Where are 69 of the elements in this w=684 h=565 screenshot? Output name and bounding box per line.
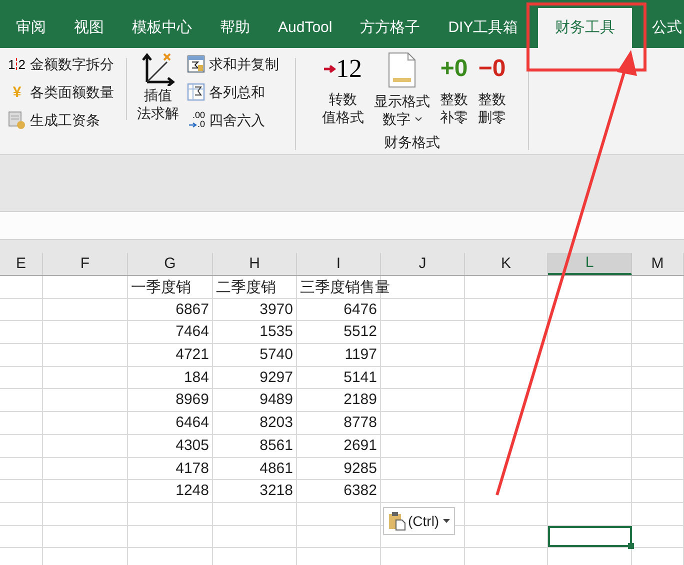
- table-cell: 7464: [128, 321, 213, 344]
- column-header[interactable]: J: [381, 253, 465, 275]
- ribbon-tab[interactable]: 模板中心: [118, 8, 206, 48]
- table-cell: 1535: [213, 321, 297, 344]
- ribbon-tab[interactable]: 方方格子: [346, 8, 434, 48]
- table-cell: 9285: [297, 458, 381, 480]
- table-cell: 4305: [128, 434, 213, 456]
- interpolation-button[interactable]: 插值 法求解: [133, 52, 183, 154]
- ribbon-tab[interactable]: 审阅: [2, 8, 60, 48]
- paste-options-button[interactable]: (Ctrl): [383, 507, 456, 535]
- clipboard-icon: [388, 511, 406, 531]
- table-cell: 9489: [213, 389, 297, 412]
- table-cell: 184: [128, 366, 213, 388]
- ribbon-tab[interactable]: 视图: [60, 8, 118, 48]
- yen-icon: ¥: [8, 84, 26, 100]
- table-cell: 3218: [213, 480, 297, 502]
- ribbon-tab[interactable]: 财务工具: [538, 8, 632, 48]
- table-cell: 6867: [128, 298, 213, 320]
- minus-zero-icon: −0: [478, 52, 506, 86]
- ribbon-button[interactable]: +0 整数 补零: [438, 52, 470, 128]
- ribbon-button[interactable]: 1 2 金额数字拆分: [8, 52, 126, 76]
- ribbon-button[interactable]: 各列总和: [187, 80, 295, 104]
- table-cell: 4861: [213, 458, 297, 480]
- column-header[interactable]: H: [213, 253, 297, 275]
- table-cell: 8561: [213, 434, 297, 456]
- plus-zero-icon: +0: [440, 52, 468, 86]
- table-cell: 5141: [297, 366, 381, 388]
- axes-arrow-icon: [141, 52, 175, 86]
- sum-table-icon: [187, 83, 205, 101]
- table-cell: 4178: [128, 458, 213, 480]
- caret-icon: [443, 519, 450, 523]
- ribbon-tab[interactable]: AudTool: [264, 8, 346, 48]
- ribbon-button[interactable]: 生成工资条: [8, 108, 126, 132]
- payslip-icon: [8, 111, 26, 129]
- table-cell: 8203: [213, 412, 297, 434]
- group-label: 财务格式: [384, 133, 440, 152]
- table-cell: 9297: [213, 366, 297, 388]
- column-header[interactable]: E: [0, 253, 43, 275]
- table-cell: 1248: [128, 480, 213, 502]
- column-header[interactable]: F: [43, 253, 128, 275]
- cell-text: 一季度销: [131, 278, 191, 298]
- column-header[interactable]: I: [297, 253, 381, 275]
- cell-text: 三季度销售量: [300, 278, 390, 298]
- document-icon: [388, 52, 416, 88]
- table-cell: 2189: [297, 389, 381, 412]
- column-header[interactable]: M: [632, 253, 684, 275]
- ribbon-tab[interactable]: 公式: [638, 8, 684, 48]
- ribbon-tab[interactable]: DIY工具箱: [434, 8, 532, 48]
- table-cell: 3970: [213, 298, 297, 320]
- table-cell: 1197: [297, 344, 381, 366]
- table-cell: 8778: [297, 412, 381, 434]
- table-cell: 6464: [128, 412, 213, 434]
- ribbon-button[interactable]: 12 转数 值格式: [320, 52, 366, 128]
- table-cell: 2691: [297, 434, 381, 456]
- table-cell: 8969: [128, 389, 213, 412]
- column-header[interactable]: L: [548, 253, 632, 275]
- table-cell: 4721: [128, 344, 213, 366]
- sum-table-icon: [187, 55, 205, 73]
- column-header[interactable]: G: [128, 253, 213, 275]
- table-cell: 6382: [297, 480, 381, 502]
- table-cell: 6476: [297, 298, 381, 320]
- table-cell: 5740: [213, 344, 297, 366]
- table-cell: 5512: [297, 321, 381, 344]
- cell-text: 二季度销: [216, 278, 276, 298]
- ribbon-button[interactable]: 求和并复制: [187, 52, 295, 76]
- ribbon-button[interactable]: −0 整数 删零: [476, 52, 508, 128]
- ribbon-button[interactable]: 显示格式 数字: [372, 52, 432, 128]
- ribbon-button[interactable]: ¥ 各类面额数量: [8, 80, 126, 104]
- ribbon-tab[interactable]: 帮助: [206, 8, 264, 48]
